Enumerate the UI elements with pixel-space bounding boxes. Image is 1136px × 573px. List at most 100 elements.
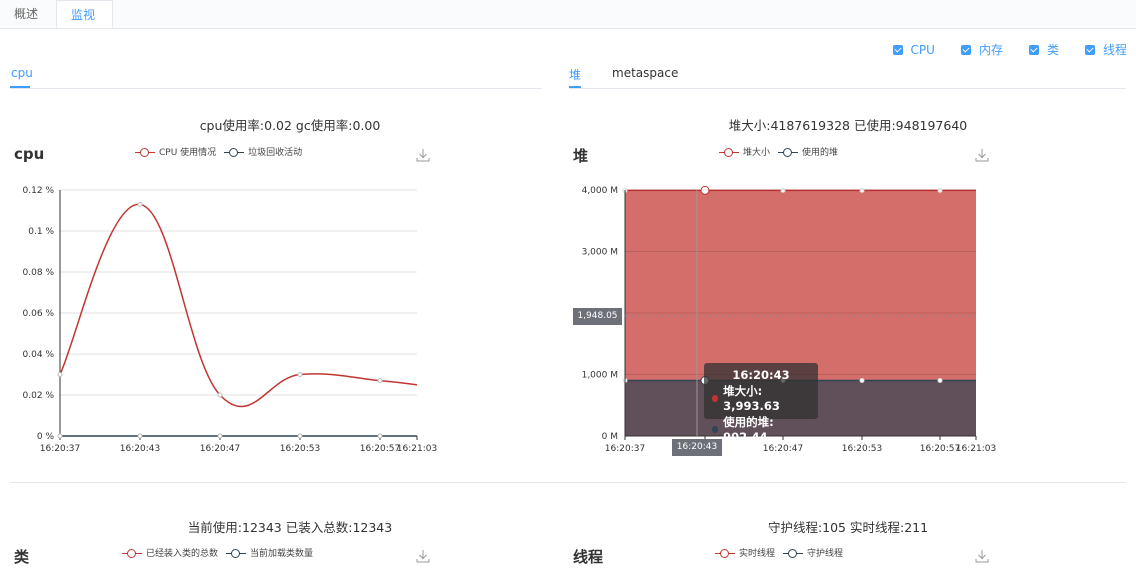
- threads-summary: 守护线程:105 实时线程:211: [767, 520, 929, 535]
- legend-item-total-loaded[interactable]: 已经装入类的总数: [122, 546, 218, 559]
- tooltip-value: 堆大小: 3,993.63: [723, 384, 780, 413]
- checkbox-label: 类: [1046, 43, 1059, 57]
- legend-line-icon: [715, 548, 735, 558]
- tooltip-row: 堆大小: 3,993.63: [712, 383, 810, 413]
- legend-line-icon: [122, 548, 142, 558]
- x-tick-label: 16:20:57: [360, 444, 400, 454]
- legend-item-heap-used[interactable]: 使用的堆: [778, 145, 838, 158]
- download-icon[interactable]: [975, 148, 989, 162]
- legend-label: 垃圾回收活动: [248, 148, 303, 158]
- checkbox-memory[interactable]: 内存: [960, 41, 1003, 58]
- legend-label: 守护线程: [807, 549, 844, 559]
- data-point: [57, 372, 63, 377]
- data-point: [859, 377, 865, 383]
- legend-line-icon: [778, 147, 799, 157]
- data-point: [137, 433, 143, 439]
- checkbox-label: 内存: [978, 43, 1003, 57]
- y-tick-label: 0 %: [37, 432, 55, 442]
- classes-legend: 已经装入类的总数 当前加载类数量: [122, 546, 321, 559]
- legend-label: 当前加载类数量: [250, 549, 314, 559]
- legend-line-icon: [719, 147, 739, 157]
- axis-pointer-y-label: 1,948.05: [573, 308, 622, 325]
- x-tick-label: 16:20:43: [120, 444, 160, 454]
- data-point: [377, 378, 383, 384]
- heap-area-chart: 0 M1,000 M2,000 M3,000 M4,000 M16:20:371…: [582, 185, 996, 454]
- tab-monitor[interactable]: 监视: [56, 0, 113, 28]
- checkbox-label: 线程: [1102, 43, 1127, 57]
- legend-item-heap-size[interactable]: 堆大小: [719, 145, 770, 158]
- data-point: [937, 377, 943, 383]
- y-tick-label: 0.04 %: [23, 350, 55, 360]
- data-point: [377, 433, 383, 439]
- x-tick-label: 16:20:47: [200, 444, 240, 454]
- legend-label: 使用的堆: [802, 148, 839, 158]
- legend-item-cpu-usage[interactable]: CPU 使用情况: [135, 145, 216, 158]
- y-tick-label: 0.12 %: [23, 186, 55, 196]
- x-tick-label: 16:21:03: [956, 444, 996, 454]
- x-tick-label: 16:21:03: [397, 444, 437, 454]
- data-point: [217, 392, 223, 398]
- series-line: [59, 203, 418, 408]
- download-icon[interactable]: [975, 549, 989, 563]
- y-tick-label: 0 M: [602, 432, 618, 442]
- legend-item-current-loaded[interactable]: 当前加载类数量: [226, 546, 313, 559]
- subtab-metaspace[interactable]: metaspace: [612, 66, 678, 80]
- checkbox-threads[interactable]: 线程: [1084, 41, 1127, 58]
- cpu-summary: cpu使用率:0.02 gc使用率:0.00: [199, 118, 381, 133]
- legend-label: 堆大小: [743, 148, 771, 158]
- top-tab-bar: 概述 监视: [0, 0, 1136, 29]
- subtab-cpu[interactable]: cpu: [11, 66, 33, 80]
- legend-line-icon: [226, 548, 247, 558]
- legend-item-live-threads[interactable]: 实时线程: [715, 546, 775, 559]
- data-point: [137, 201, 143, 207]
- threads-chart-title: 线程: [573, 548, 604, 566]
- legend-label: CPU 使用情况: [159, 148, 217, 158]
- download-icon[interactable]: [416, 148, 430, 162]
- checkbox-cpu[interactable]: CPU: [892, 41, 935, 58]
- data-point: [217, 433, 223, 439]
- tooltip-row: 使用的堆: 902.44: [712, 414, 810, 444]
- checkbox-label: CPU: [910, 42, 935, 57]
- heap-legend: 堆大小 使用的堆: [719, 145, 846, 158]
- checkbox-checked-icon: [1084, 44, 1095, 55]
- legend-line-icon: [783, 548, 804, 558]
- legend-line-icon: [135, 147, 155, 157]
- checkbox-checked-icon: [892, 44, 903, 55]
- data-point: [57, 433, 63, 439]
- tooltip-value: 使用的堆: 902.44: [723, 415, 774, 444]
- y-tick-label: 0.08 %: [23, 268, 55, 278]
- checkbox-classes[interactable]: 类: [1028, 41, 1059, 58]
- divider: [569, 88, 1126, 89]
- x-tick-label: 16:20:53: [842, 444, 882, 454]
- y-tick-label: 3,000 M: [582, 248, 618, 258]
- y-tick-label: 1,000 M: [582, 371, 618, 381]
- x-tick-label: 16:20:57: [920, 444, 960, 454]
- subtab-heap[interactable]: 堆: [569, 66, 581, 83]
- classes-summary: 当前使用:12343 已装入总数:12343: [187, 520, 393, 535]
- x-tick-label: 16:20:37: [40, 444, 80, 454]
- legend-item-daemon-threads[interactable]: 守护线程: [783, 546, 843, 559]
- y-tick-label: 0.02 %: [23, 391, 55, 401]
- classes-chart-title: 类: [14, 548, 30, 566]
- divider: [10, 88, 542, 89]
- series-dot-icon: [712, 394, 719, 402]
- tab-overview[interactable]: 概述: [0, 0, 56, 28]
- y-tick-label: 0.1 %: [28, 227, 54, 237]
- chart-tooltip: 16:20:43 堆大小: 3,993.63 使用的堆: 902.44: [704, 363, 818, 444]
- metric-checkboxes: CPU 内存 类 线程: [892, 41, 1127, 58]
- download-icon[interactable]: [416, 549, 430, 563]
- cpu-line-chart: 0 % 0.02 % 0.04 % 0.06 % 0.08 % 0.1 % 0.12 % 16…: [23, 186, 438, 454]
- legend-item-gc-activity[interactable]: 垃圾回收活动: [224, 145, 302, 158]
- checkbox-checked-icon: [1028, 44, 1039, 55]
- divider: [10, 482, 1126, 483]
- x-tick-label: 16:20:37: [605, 444, 645, 454]
- series-dot-icon: [712, 425, 719, 433]
- heap-summary: 堆大小:4187619328 已使用:948197640: [728, 118, 968, 133]
- legend-label: 已经装入类的总数: [146, 549, 219, 559]
- data-point: [297, 433, 303, 439]
- data-point: [297, 372, 303, 377]
- y-tick-label: 0.06 %: [23, 309, 55, 319]
- cpu-chart-title: cpu: [14, 145, 45, 163]
- legend-line-icon: [224, 147, 245, 157]
- x-tick-label: 16:20:53: [280, 444, 320, 454]
